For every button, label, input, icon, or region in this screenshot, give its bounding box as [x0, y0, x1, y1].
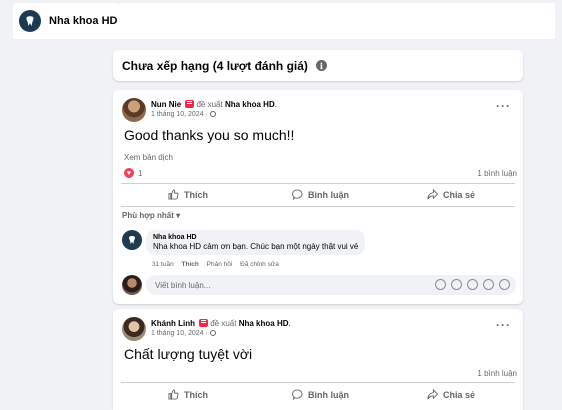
comment-icon	[292, 189, 303, 200]
comment-reply-button[interactable]: Phản hồi	[207, 261, 233, 268]
comment-input[interactable]: Viết bình luận...	[146, 275, 516, 295]
page-name: Nha khoa HD	[49, 15, 118, 27]
share-icon	[427, 189, 438, 200]
target-page[interactable]: Nha khoa HD	[239, 319, 289, 328]
author-name[interactable]: Nun Nie	[151, 100, 181, 109]
avatar[interactable]	[122, 230, 142, 250]
divider	[121, 183, 515, 184]
review-text: Chất lượng tuyệt vời	[124, 346, 253, 362]
top-bar: Nha khoa HD	[0, 0, 562, 40]
share-button[interactable]: Chia sẻ	[427, 389, 475, 400]
camera-icon[interactable]	[467, 279, 478, 290]
info-icon[interactable]: i	[315, 60, 327, 71]
comment-icon	[292, 389, 303, 400]
thumbs-up-icon	[168, 389, 179, 400]
share-icon	[427, 389, 438, 400]
comment-count[interactable]: 1 bình luận	[477, 169, 517, 178]
like-button[interactable]: Thích	[168, 389, 208, 400]
avatar[interactable]	[122, 98, 146, 122]
edited-label: Đã chỉnh sửa	[240, 261, 279, 268]
comment-author[interactable]: Nha khoa HD	[153, 234, 358, 241]
recommend-verb: đề xuất	[196, 100, 223, 109]
reviews-header: Chưa xếp hạng (4 lượt đánh giá) i	[113, 50, 523, 81]
gif-icon[interactable]	[483, 279, 494, 290]
comment-bubble: Nha khoa HD Nha khoa HD cảm ơn bạn. Chúc…	[146, 230, 366, 255]
page-tab[interactable]: Nha khoa HD	[13, 3, 119, 39]
recommend-icon	[185, 100, 195, 108]
review-meta: Nun Nie đề xuất Nha khoa HD.	[151, 100, 277, 109]
brand-logo-icon	[19, 10, 41, 32]
author-name[interactable]: Khánh Linh	[151, 319, 195, 328]
comment-button[interactable]: Bình luận	[292, 389, 349, 400]
avatar[interactable]	[122, 275, 142, 295]
sort-dropdown[interactable]: Phù hợp nhất ▾	[122, 211, 180, 220]
review-meta: Khánh Linh đề xuất Nha khoa HD.	[151, 319, 291, 328]
comment-input-placeholder: Viết bình luận...	[155, 280, 211, 290]
sticker-icon[interactable]	[499, 279, 510, 290]
review-text: Good thanks you so much!!	[124, 127, 295, 143]
comment-actions: 31 tuần Thích Phản hồi Đã chỉnh sửa	[152, 261, 285, 268]
avatar-sticker-icon[interactable]	[435, 279, 446, 290]
divider	[121, 382, 515, 383]
reviews-title: Chưa xếp hạng (4 lượt đánh giá)	[122, 58, 308, 73]
input-icons	[430, 279, 510, 290]
comment-button[interactable]: Bình luận	[292, 189, 349, 200]
thumbs-up-icon	[168, 189, 179, 200]
globe-icon	[209, 111, 216, 117]
comment-count[interactable]: 1 bình luận	[477, 369, 517, 378]
comment-time[interactable]: 31 tuần	[152, 261, 174, 268]
avatar[interactable]	[122, 317, 146, 341]
caret-down-icon: ▾	[176, 211, 181, 220]
review-card: Khánh Linh đề xuất Nha khoa HD. 1 tháng …	[113, 309, 523, 410]
review-date[interactable]: 1 tháng 10, 2024 ·	[151, 111, 216, 118]
globe-icon	[209, 330, 216, 336]
reactions[interactable]: 1	[124, 168, 142, 178]
comment-like-button[interactable]: Thích	[182, 261, 199, 268]
target-page[interactable]: Nha khoa HD	[225, 100, 275, 109]
heart-reaction-icon	[124, 168, 134, 178]
review-card: Nun Nie đề xuất Nha khoa HD. 1 tháng 10,…	[113, 90, 523, 304]
like-button[interactable]: Thích	[168, 189, 208, 200]
share-button[interactable]: Chia sẻ	[427, 189, 475, 200]
recommend-verb: đề xuất	[210, 319, 237, 328]
review-date[interactable]: 1 tháng 10, 2024 ·	[151, 330, 216, 337]
top-strip	[119, 3, 555, 39]
comment-text: Nha khoa HD cảm ơn bạn. Chúc bạn một ngà…	[153, 242, 359, 251]
divider	[121, 206, 515, 207]
more-options-button[interactable]: ···	[496, 99, 511, 113]
recommend-icon	[199, 319, 209, 327]
reaction-count: 1	[138, 168, 143, 178]
more-options-button[interactable]: ···	[496, 318, 511, 332]
emoji-icon[interactable]	[451, 279, 462, 290]
see-translation-link[interactable]: Xem bản dịch	[124, 153, 173, 162]
